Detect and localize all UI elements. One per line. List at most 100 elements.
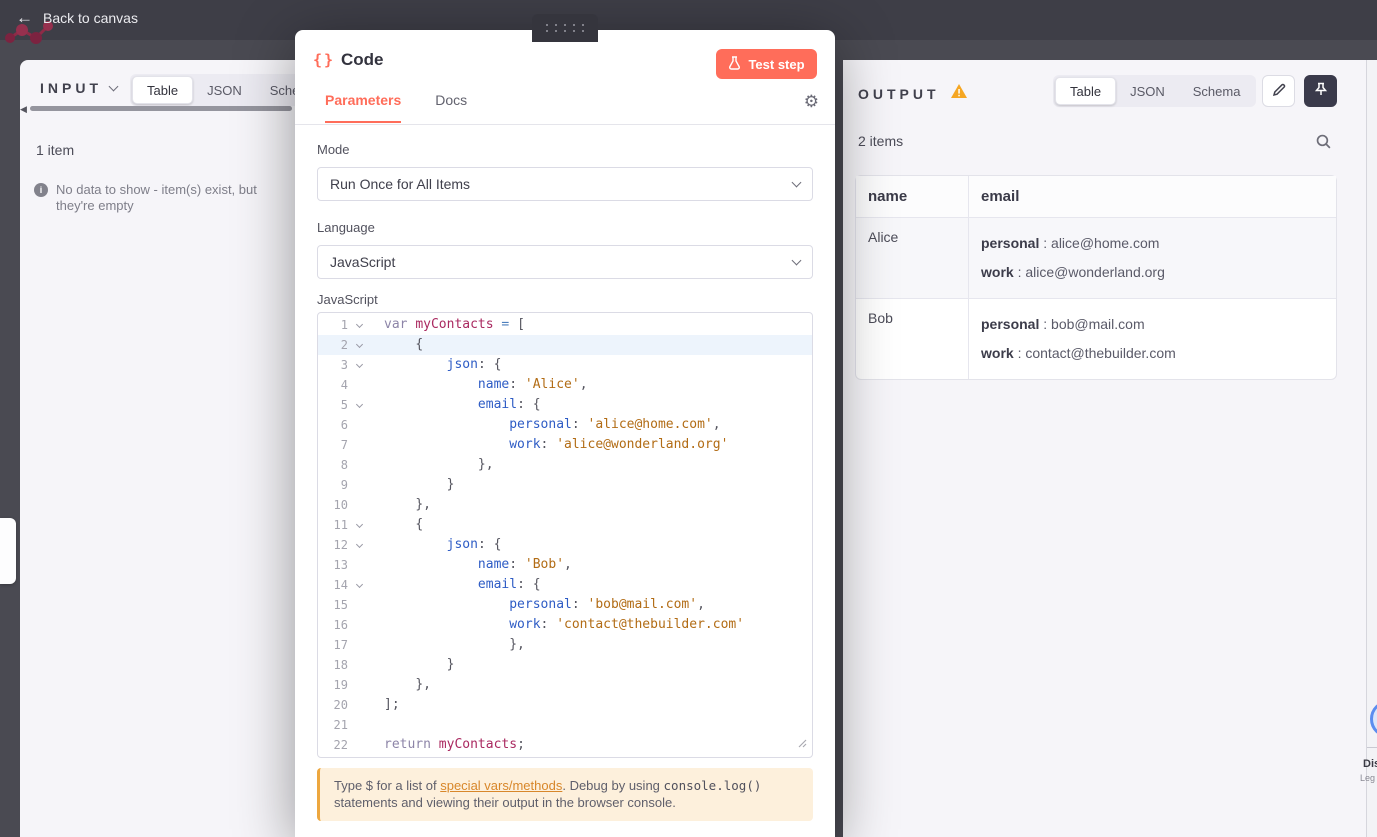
code-line[interactable]: 5 email: { xyxy=(318,395,812,415)
panel-collapse-handle[interactable] xyxy=(0,518,16,584)
pin-data-button[interactable] xyxy=(1304,75,1337,107)
back-to-canvas-button[interactable]: ← Back to canvas xyxy=(16,9,138,26)
fold-chevron-icon[interactable] xyxy=(348,575,370,595)
hint-text-post: statements and viewing their output in t… xyxy=(334,794,676,810)
code-line[interactable]: 15 personal: 'bob@mail.com', xyxy=(318,595,812,615)
line-number: 17 xyxy=(333,638,348,652)
output-tab-schema[interactable]: Schema xyxy=(1179,77,1255,105)
scroll-left-icon[interactable]: ◀ xyxy=(20,104,27,115)
mode-select-value: Run Once for All Items xyxy=(330,176,471,192)
line-number: 13 xyxy=(333,558,348,572)
output-tab-json[interactable]: JSON xyxy=(1116,77,1179,105)
code-line[interactable]: 22 return myContacts; xyxy=(318,735,812,755)
input-tab-table[interactable]: Table xyxy=(132,76,194,104)
console-log-code: console.log() xyxy=(663,778,762,793)
hint-text-mid: . Debug by using xyxy=(562,778,664,793)
language-label: Language xyxy=(317,220,375,235)
code-line[interactable]: 14 email: { xyxy=(318,575,812,595)
code-text: name: 'Alice', xyxy=(477,377,588,392)
mode-select[interactable]: Run Once for All Items xyxy=(317,167,813,201)
edge-label-2: Leg xyxy=(1360,773,1376,783)
tab-docs[interactable]: Docs xyxy=(435,92,467,123)
code-line[interactable]: 7 work: 'alice@wonderland.org' xyxy=(318,435,812,455)
code-line[interactable]: 6 personal: 'alice@home.com', xyxy=(318,415,812,435)
line-number: 4 xyxy=(340,378,348,392)
code-text: } xyxy=(446,657,455,672)
code-line[interactable]: 1 var myContacts = [ xyxy=(318,315,812,335)
modal-drag-handle[interactable] xyxy=(532,14,598,42)
code-line[interactable]: 4 name: 'Alice', xyxy=(318,375,812,395)
input-horizontal-scrollbar[interactable] xyxy=(30,106,292,111)
code-line[interactable]: 9 } xyxy=(318,475,812,495)
fold-chevron-icon[interactable] xyxy=(348,315,370,335)
line-number: 3 xyxy=(340,358,348,372)
code-line[interactable]: 20]; xyxy=(318,695,812,715)
fold-chevron-icon[interactable] xyxy=(348,515,370,535)
code-line[interactable]: 21 xyxy=(318,715,812,735)
code-line[interactable]: 2 { xyxy=(318,335,812,355)
search-icon[interactable] xyxy=(1315,133,1332,155)
input-title: INPUT xyxy=(40,80,102,96)
output-tab-table[interactable]: Table xyxy=(1055,77,1117,105)
line-number: 10 xyxy=(333,498,348,512)
table-row[interactable]: Alice personal : alice@home.com work : ali… xyxy=(856,218,1336,299)
code-node-icon: {} xyxy=(313,51,336,69)
empty-message-text: No data to show - item(s) exist, but the… xyxy=(56,182,257,213)
edge-widget-circle[interactable] xyxy=(1370,700,1377,738)
code-line[interactable]: 10 }, xyxy=(318,495,812,515)
cell-email: personal : bob@mail.com work : contact@th… xyxy=(968,299,1336,379)
code-line[interactable]: 19 }, xyxy=(318,675,812,695)
code-line[interactable]: 18 } xyxy=(318,655,812,675)
output-panel: OUTPUT Table JSON Schema 2 items name em… xyxy=(843,60,1366,837)
fold-chevron-icon[interactable] xyxy=(348,335,370,355)
mode-label: Mode xyxy=(317,142,350,157)
fold-chevron-icon[interactable] xyxy=(348,395,370,415)
code-line[interactable]: 11 { xyxy=(318,515,812,535)
node-title[interactable]: Code xyxy=(341,50,384,70)
back-arrow-icon: ← xyxy=(16,8,33,27)
code-line[interactable]: 12 json: { xyxy=(318,535,812,555)
line-number: 7 xyxy=(340,438,348,452)
line-number: 21 xyxy=(333,718,348,732)
code-editor[interactable]: 1 var myContacts = [2 {3 json: {4 name: '… xyxy=(317,312,813,758)
code-text: json: { xyxy=(446,537,502,552)
code-text: }, xyxy=(477,457,494,472)
test-step-button[interactable]: Test step xyxy=(716,49,817,79)
output-items-count: 2 items xyxy=(858,133,904,149)
code-text: { xyxy=(415,517,424,532)
code-text: personal: 'bob@mail.com', xyxy=(509,597,705,612)
fold-chevron-icon[interactable] xyxy=(348,535,370,555)
resize-grip-icon[interactable] xyxy=(797,737,807,752)
input-tab-json[interactable]: JSON xyxy=(193,76,256,104)
chevron-down-icon xyxy=(108,81,119,91)
code-line[interactable]: 16 work: 'contact@thebuilder.com' xyxy=(318,615,812,635)
language-select[interactable]: JavaScript xyxy=(317,245,813,279)
tab-parameters[interactable]: Parameters xyxy=(325,92,402,123)
special-vars-link[interactable]: special vars/methods xyxy=(440,778,562,793)
code-line[interactable]: 8 }, xyxy=(318,455,812,475)
code-line[interactable]: 17 }, xyxy=(318,635,812,655)
code-text: }, xyxy=(509,637,525,652)
input-header[interactable]: INPUT xyxy=(40,80,119,96)
line-number: 6 xyxy=(340,418,348,432)
line-number: 2 xyxy=(340,338,348,352)
code-line[interactable]: 3 json: { xyxy=(318,355,812,375)
gear-icon[interactable]: ⚙ xyxy=(804,92,819,112)
cell-email: personal : alice@home.com work : alice@wo… xyxy=(968,218,1336,299)
code-node-modal: {} Code Test step Parameters Docs ⚙ Mode … xyxy=(295,30,835,837)
edit-output-button[interactable] xyxy=(1262,75,1295,107)
code-text: { xyxy=(415,337,424,352)
email-entry: work : alice@wonderland.org xyxy=(981,264,1165,280)
table-row[interactable]: Bob personal : bob@mail.com work : contact… xyxy=(856,299,1336,379)
fold-chevron-icon[interactable] xyxy=(348,355,370,375)
code-line[interactable]: 13 name: 'Bob', xyxy=(318,555,812,575)
